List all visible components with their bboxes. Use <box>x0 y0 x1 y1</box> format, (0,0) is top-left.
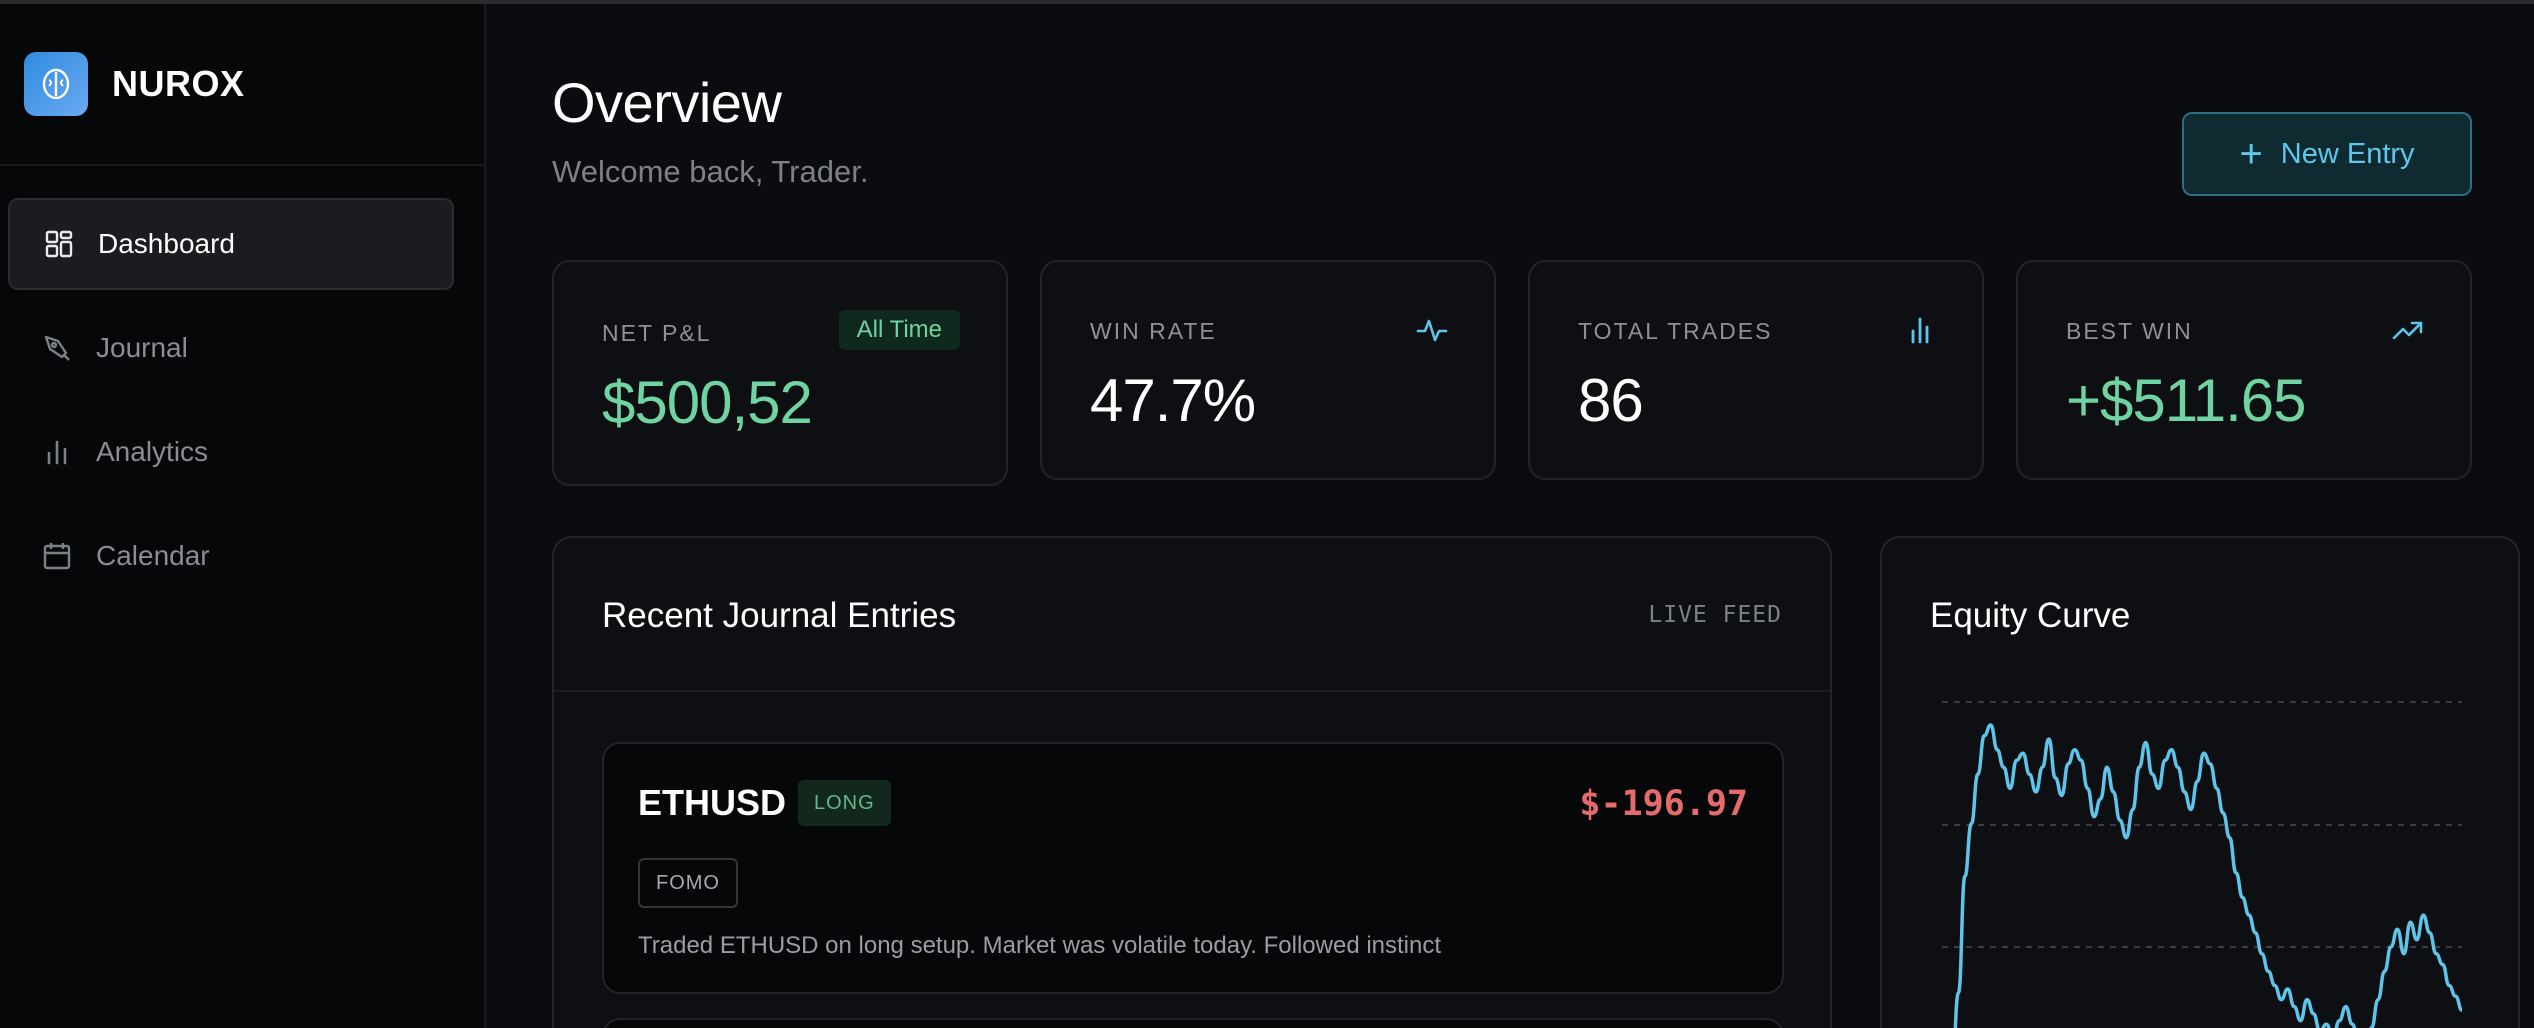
entry-symbol: ETHUSD <box>638 782 787 823</box>
pen-nib-icon <box>40 331 74 365</box>
journal-title: Recent Journal Entries <box>602 596 957 635</box>
journal-header-divider <box>554 690 1830 692</box>
plus-icon: + <box>2239 132 2263 176</box>
journal-entry[interactable] <box>602 1018 1784 1028</box>
sidebar-item-calendar[interactable]: Calendar <box>8 510 454 602</box>
sidebar-item-journal[interactable]: Journal <box>8 302 454 394</box>
stat-label: WIN RATE <box>1090 318 1217 344</box>
stat-value: 47.7% <box>1090 367 1256 434</box>
stat-label: TOTAL TRADES <box>1578 318 1773 344</box>
stat-value: 86 <box>1578 367 1644 434</box>
stat-value: $500,52 <box>602 369 813 436</box>
entry-pnl: $-196.97 <box>1579 784 1748 824</box>
new-entry-button[interactable]: + New Entry <box>2182 112 2472 196</box>
equity-chart <box>1942 701 2463 1028</box>
page-title: Overview <box>552 71 782 134</box>
calendar-icon <box>40 539 74 573</box>
trending-up-icon <box>2392 321 2423 340</box>
sidebar-item-label: Analytics <box>96 436 209 467</box>
sidebar-item-label: Calendar <box>96 540 210 571</box>
stat-card-total-trades: TOTAL TRADES 86 <box>1528 260 1984 480</box>
equity-curve-panel: Equity Curve <box>1880 536 2520 1028</box>
sidebar-item-label: Dashboard <box>98 228 235 259</box>
sidebar-item-analytics[interactable]: Analytics <box>8 406 454 498</box>
sidebar-nav: Dashboard Journal Analytics Calendar <box>8 198 454 614</box>
bar-chart-icon <box>1911 317 1929 344</box>
bar-chart-icon <box>40 435 74 469</box>
stat-value: +$511.65 <box>2066 367 2306 434</box>
sidebar-item-label: Journal <box>96 332 188 363</box>
new-entry-label: New Entry <box>2280 137 2415 170</box>
entry-note: Traded ETHUSD on long setup. Market was … <box>638 932 1442 959</box>
equity-series-line <box>1953 723 2463 1028</box>
sidebar: NUROX Dashboard Journal Analytics Calend… <box>0 4 486 1028</box>
brain-icon <box>24 52 88 116</box>
entry-tag[interactable]: FOMO <box>638 858 738 908</box>
stat-card-win-rate: WIN RATE 47.7% <box>1040 260 1496 480</box>
brand-name: NUROX <box>112 63 245 104</box>
stat-card-best-win: BEST WIN +$511.65 <box>2016 260 2472 480</box>
sidebar-divider <box>0 164 484 166</box>
dashboard-grid-icon <box>42 227 76 261</box>
live-feed-label: LIVE FEED <box>1648 602 1782 628</box>
all-time-badge[interactable]: All Time <box>838 310 960 350</box>
page-subtitle: Welcome back, Trader. <box>552 154 869 189</box>
stat-label: BEST WIN <box>2066 318 2193 344</box>
activity-pulse-icon <box>1416 319 1448 342</box>
brand[interactable]: NUROX <box>24 52 245 116</box>
stat-card-net-pnl: NET P&L All Time $500,52 <box>552 260 1008 486</box>
entry-side-badge: LONG <box>798 780 891 826</box>
journal-panel: Recent Journal Entries LIVE FEED ETHUSD … <box>552 536 1832 1028</box>
stat-label: NET P&L <box>602 320 712 346</box>
sidebar-item-dashboard[interactable]: Dashboard <box>8 198 454 290</box>
journal-entry[interactable]: ETHUSD LONG $-196.97 FOMO Traded ETHUSD … <box>602 742 1784 994</box>
